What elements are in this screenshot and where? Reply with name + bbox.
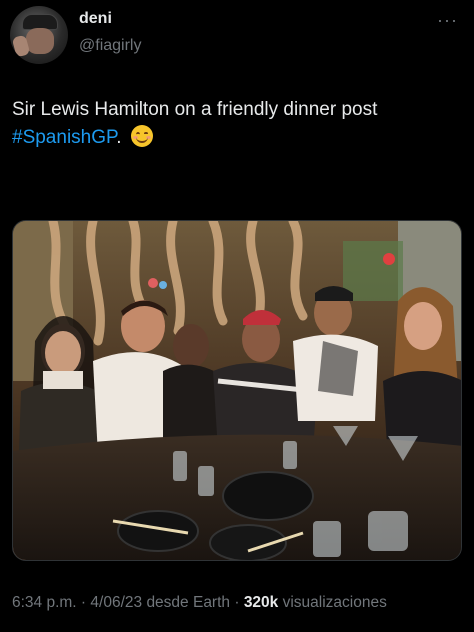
tweet-time[interactable]: 6:34 p.m. <box>12 594 77 611</box>
meta-separator: · <box>76 594 91 611</box>
tweet-header: deni @fiagirly ··· <box>10 6 464 64</box>
author-display-name[interactable]: deni <box>79 10 112 28</box>
tweet-punctuation: . <box>116 127 122 148</box>
avatar-face-shape <box>26 28 54 54</box>
smiling-face-emoji-icon <box>130 125 153 147</box>
tweet-body: Sir Lewis Hamilton on a friendly dinner … <box>12 99 378 120</box>
tweet-photo[interactable] <box>12 220 462 561</box>
more-options-icon[interactable]: ··· <box>437 10 458 31</box>
tweet-meta: 6:34 p.m. · 4/06/23 desde Earth · 320k v… <box>12 594 472 612</box>
views-label: visualizaciones <box>282 594 387 611</box>
dinner-photo-illustration <box>13 221 461 560</box>
author-handle[interactable]: @fiagirly <box>79 37 141 55</box>
tweet-date[interactable]: 4/06/23 <box>90 594 142 611</box>
tweet-source: desde Earth <box>146 594 231 611</box>
hashtag-link[interactable]: #SpanishGP <box>12 127 116 148</box>
meta-separator: · <box>230 594 244 611</box>
avatar[interactable] <box>10 6 68 64</box>
tweet-text: Sir Lewis Hamilton on a friendly dinner … <box>12 96 462 152</box>
views-count[interactable]: 320k <box>244 594 278 611</box>
